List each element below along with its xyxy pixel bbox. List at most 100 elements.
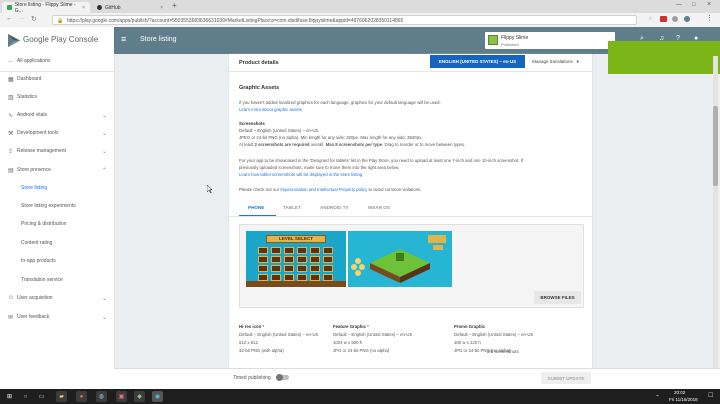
feedback-icon: ✉ [8,314,14,321]
designed-for-tablets-text: For your app to be showcased in the 'Des… [239,158,523,163]
level-tile [310,247,320,254]
clock-time: 20:02 [674,390,686,395]
level-tile [271,256,281,263]
file-explorer-icon[interactable]: ▰ [56,391,67,402]
sidebar-item-content-rating[interactable]: Content rating [0,234,114,252]
level-tile [323,256,333,263]
screenshots-format: JPEG or 24-bit PNG (no alpha). Min lengt… [239,135,423,140]
tab-android-tv[interactable]: ANDROID TV [320,205,349,215]
close-tab-icon[interactable]: × [82,5,85,11]
sidebar-item-user-feedback[interactable]: ✉ User feedback ⌄ [0,308,114,326]
language-button[interactable]: ENGLISH (UNITED STATES) – en-US [430,55,525,68]
store-icon: ▤ [8,167,14,174]
asset-language: Default – English (United States) – en-U… [239,332,319,337]
chevron-down-icon: ⌄ [101,295,107,302]
level-tile [297,265,307,272]
asset-title: Feature Graphic * [333,324,369,329]
browse-files-button[interactable]: BROWSE FILES [534,291,581,304]
text-segment: . Drag to reorder or to move between typ… [382,142,466,147]
policy-link[interactable]: Impersonation and Intellectual Property … [280,187,367,192]
sidebar-item-android-vitals[interactable]: ∿ Android vitals ⌄ [0,106,114,124]
manage-translations-dropdown[interactable]: Manage translations ▼ [526,55,586,68]
sidebar-item-pricing-distribution[interactable]: Pricing & distribution [0,215,114,233]
extension-icon[interactable] [660,16,667,22]
firefox-icon[interactable]: ● [76,391,87,402]
back-icon[interactable]: ← [6,15,13,22]
sidebar-item-translation-service[interactable]: Translation service [0,271,114,289]
android-studio-icon[interactable]: ◆ [134,391,145,402]
hamburger-menu-icon[interactable]: ≡ [121,34,126,44]
app-selector[interactable]: Flippy Slime Published [485,32,615,49]
dashboard-icon: ▦ [8,76,14,83]
asset-format: JPG or 24-bit PNG (no alpha) [333,348,390,353]
sidebar-item-label: Pricing & distribution [21,221,67,227]
sidebar-item-label: Android vitals [17,112,48,118]
sidebar-item-label: Statistics [17,94,38,100]
text-segment: overall. [309,142,326,147]
screenshot-thumbnail-gameplay[interactable] [348,231,452,287]
tablet-screenshots-link[interactable]: Learn how tablet screenshots will be dis… [239,172,362,177]
close-window-icon[interactable]: × [707,1,711,8]
screenshots-rules: At least 2 screenshots are required over… [239,142,465,147]
search-icon[interactable]: ○ [20,391,31,402]
sidebar-item-store-listing-experiments[interactable]: Store listing experiments [0,197,114,215]
level-tile [310,256,320,263]
start-menu-icon[interactable]: ⊞ [4,391,15,402]
text-segment: to avoid common violations. [367,187,422,192]
sidebar-item-store-listing[interactable]: Store listing [0,179,114,197]
gameplay-art-icon [351,235,446,283]
sidebar-item-in-app-products[interactable]: In-app products [0,252,114,270]
level-tile [258,265,268,272]
asset-title: Promo Graphic [454,324,486,329]
submit-update-button[interactable]: SUBMIT UPDATE [541,372,591,384]
profile-avatar-icon[interactable] [684,16,690,22]
screenshots-label: Screenshots [239,121,265,126]
sidebar-item-user-acquisition[interactable]: ☺ User acquisition ⌄ [0,289,114,307]
sidebar-item-development-tools[interactable]: ⚒ Development tools ⌄ [0,124,114,142]
tab-tablet[interactable]: TABLET [283,205,301,215]
brand-row: Google Play Console [0,27,114,54]
app-icon[interactable]: ▣ [116,391,127,402]
learn-more-graphic-assets-link[interactable]: Learn more about graphic assets [239,107,302,112]
close-tab-icon[interactable]: × [160,5,163,11]
forward-icon[interactable]: → [18,15,25,22]
new-tab-button[interactable]: + [172,1,177,10]
url-field[interactable]: 🔒 https://play.google.com/apps/publish/?… [52,15,637,25]
tab-phone[interactable]: PHONE [248,205,264,215]
page-scrollbar[interactable] [713,56,718,368]
chrome-icon[interactable]: ◉ [152,391,163,402]
steam-icon[interactable]: ◍ [96,391,107,402]
maximize-window-icon[interactable]: □ [692,2,696,8]
timed-publishing-toggle[interactable] [276,374,289,381]
asset-title-text: Hi-res icon [239,324,262,329]
os-taskbar: ⊞ ○ ▭ ▰ ● ◍ ▣ ◆ ◉ ⌁ 20:02 Fri 11/16/2018… [0,389,720,404]
app-status: Published [501,42,519,47]
network-icon[interactable]: ⌁ [656,393,659,399]
notification-center-icon[interactable]: ☐ [708,392,713,399]
browser-menu-icon[interactable]: ⋮ [706,14,713,22]
level-tile [323,265,333,272]
sidebar-item-label: Store listing experiments [21,203,76,209]
screenshot-thumbnail-level-select[interactable]: LEVEL SELECT [246,231,346,287]
screenshot-upload-area[interactable]: LEVEL SELECT 2/8 screenshots [239,224,584,354]
sidebar-item-dashboard[interactable]: ▦ Dashboard [0,70,114,88]
browser-tab-store-listing[interactable]: Store listing - Flippy Slime - G... × [2,2,90,14]
scrollbar-thumb[interactable] [713,106,718,186]
sidebar-item-store-presence[interactable]: ▤ Store presence ⌃ [0,161,114,179]
level-tile [271,247,281,254]
url-text: https://play.google.com/apps/publish/?ac… [67,18,404,24]
level-tile [297,247,307,254]
text-segment: Max 8 screenshots per type [325,142,383,147]
chevron-down-icon: ⌄ [101,314,107,321]
extension-icon[interactable] [672,16,678,22]
sidebar-item-all-applications[interactable]: ← All applications [0,52,114,70]
minimize-window-icon[interactable]: — [676,2,682,8]
browser-tab-github[interactable]: GitHub × [92,2,168,13]
graphic-assets-intro: If you haven't added localized graphics … [239,100,441,105]
star-icon[interactable]: ☆ [648,16,652,22]
sidebar-item-release-management[interactable]: ⇪ Release management ⌄ [0,142,114,160]
tab-wear-os[interactable]: WEAR OS [368,205,390,215]
sidebar-item-statistics[interactable]: ▥ Statistics [0,88,114,106]
reload-icon[interactable]: ↻ [31,15,37,23]
task-view-icon[interactable]: ▭ [36,391,47,402]
